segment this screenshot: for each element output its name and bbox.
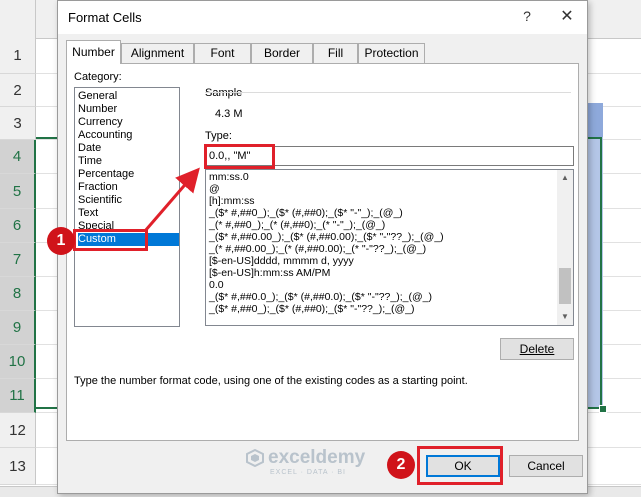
row-header[interactable]: 5 [0, 174, 36, 209]
format-code-item[interactable]: _($* #,##0.00_);_($* (#,##0.00);_($* "-"… [209, 231, 444, 243]
format-code-item[interactable]: _(* #,##0.00_);_(* (#,##0.00);_(* "-"??_… [209, 243, 426, 255]
tab-fill[interactable]: Fill [313, 43, 358, 63]
format-hint-text: Type the number format code, using one o… [74, 375, 468, 387]
row-header[interactable]: 6 [0, 209, 36, 243]
format-code-item[interactable]: _($* #,##0_);_($* (#,##0);_($* "-"_);_(@… [209, 207, 403, 219]
step-badge-2: 2 [387, 451, 415, 479]
ok-button-highlight [417, 446, 503, 485]
type-input-highlight [204, 144, 275, 169]
format-code-item[interactable]: mm:ss.0 [209, 171, 249, 183]
format-code-item[interactable]: _($* #,##0_);_($* (#,##0);_($* "-"??_);_… [209, 303, 414, 315]
fill-handle[interactable] [599, 405, 607, 413]
type-label: Type: [205, 130, 232, 142]
row-header[interactable]: 13 [0, 448, 36, 485]
scrollbar-thumb[interactable] [559, 268, 571, 304]
custom-category-highlight [73, 229, 148, 251]
category-item-time[interactable]: Time [78, 155, 179, 168]
delete-button-label: Delete [519, 342, 555, 356]
row-header[interactable]: 1 [0, 38, 36, 74]
category-item-date[interactable]: Date [78, 142, 179, 155]
delete-button[interactable]: Delete [500, 338, 574, 360]
format-code-item[interactable]: 0.0 [209, 279, 224, 291]
tab-alignment[interactable]: Alignment [121, 43, 194, 63]
help-button[interactable]: ? [520, 8, 534, 24]
row-header[interactable]: 7 [0, 243, 36, 277]
sample-value: 4.3 M [215, 108, 243, 120]
dialog-title: Format Cells [68, 10, 142, 25]
category-item-general[interactable]: General [78, 90, 179, 103]
tab-border[interactable]: Border [251, 43, 313, 63]
tab-protection[interactable]: Protection [358, 43, 425, 63]
tab-number[interactable]: Number [66, 40, 121, 64]
row-header[interactable]: 8 [0, 277, 36, 311]
step-badge-1: 1 [47, 227, 75, 255]
category-item-number[interactable]: Number [78, 103, 179, 116]
format-list-scrollbar[interactable]: ▲ ▼ [557, 170, 573, 325]
row-header[interactable]: 10 [0, 345, 36, 379]
row-header[interactable]: 2 [0, 74, 36, 107]
format-code-item[interactable]: [$-en-US]h:mm:ss AM/PM [209, 267, 330, 279]
format-code-list[interactable]: mm:ss.0 @ [h]:mm:ss _($* #,##0_);_($* (#… [205, 169, 574, 326]
row-header[interactable]: 9 [0, 311, 36, 345]
category-item-text[interactable]: Text [78, 207, 179, 220]
category-item-percentage[interactable]: Percentage [78, 168, 179, 181]
sample-group [205, 92, 571, 124]
category-item-scientific[interactable]: Scientific [78, 194, 179, 207]
format-code-item[interactable]: _(* #,##0_);_(* (#,##0);_(* "-"_);_(@_) [209, 219, 385, 231]
cancel-button[interactable]: Cancel [509, 455, 583, 477]
dialog-titlebar[interactable]: Format Cells ? ✕ [58, 1, 587, 34]
tab-font[interactable]: Font [194, 43, 251, 63]
format-code-item[interactable]: [h]:mm:ss [209, 195, 255, 207]
selected-column-header-cell [588, 103, 603, 137]
row-header[interactable]: 12 [0, 413, 36, 448]
scroll-down-arrow-icon[interactable]: ▼ [557, 309, 573, 325]
category-label: Category: [74, 71, 122, 83]
row-header[interactable]: 3 [0, 107, 36, 140]
format-code-item[interactable]: [$-en-US]dddd, mmmm d, yyyy [209, 255, 354, 267]
select-all-corner[interactable] [0, 0, 36, 38]
close-button[interactable]: ✕ [558, 6, 576, 26]
row-header[interactable]: 4 [0, 140, 36, 174]
watermark-name: exceldemy [268, 447, 366, 468]
category-item-accounting[interactable]: Accounting [78, 129, 179, 142]
row-header[interactable]: 11 [0, 379, 36, 413]
watermark-tagline: EXCEL · DATA · BI [270, 469, 346, 476]
format-code-item[interactable]: @ [209, 183, 220, 195]
exceldemy-logo-icon [246, 449, 264, 467]
category-item-fraction[interactable]: Fraction [78, 181, 179, 194]
format-code-item[interactable]: _($* #,##0.0_);_($* (#,##0.0);_($* "-"??… [209, 291, 432, 303]
category-item-currency[interactable]: Currency [78, 116, 179, 129]
scroll-up-arrow-icon[interactable]: ▲ [557, 170, 573, 186]
category-list[interactable]: General Number Currency Accounting Date … [74, 87, 180, 327]
